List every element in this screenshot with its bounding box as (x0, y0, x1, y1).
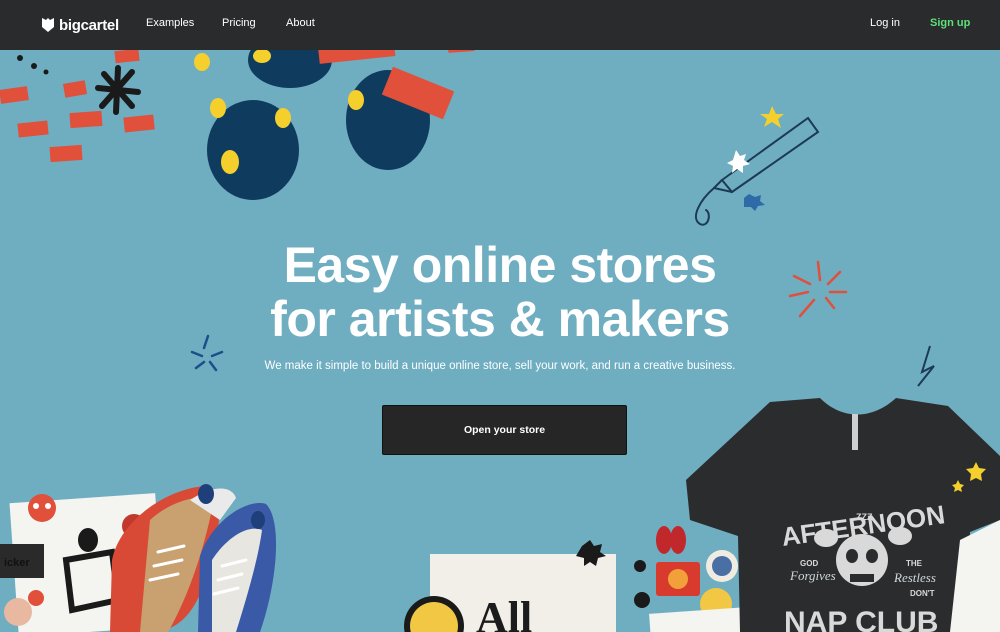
yellow-dots (194, 49, 784, 174)
tshirt-small-god: GOD (800, 559, 818, 568)
sticker-paper: icker (0, 493, 165, 632)
hero-title-line-2: for artists & makers (270, 291, 730, 347)
login-link[interactable]: Log in (870, 17, 900, 29)
dotted-doodle (17, 55, 49, 75)
red-brush-strokes (0, 39, 475, 163)
tshirt-small-forgives: Forgives (789, 568, 836, 583)
tshirt-bottom-word: NAP CLUB (784, 606, 938, 632)
nav-link-about[interactable]: About (286, 17, 315, 29)
black-splat-doodle (576, 540, 606, 566)
tshirt-top-word: AFTERNOON (780, 499, 947, 552)
nav-link-examples[interactable]: Examples (146, 17, 194, 29)
sticker-label: icker (4, 557, 30, 569)
white-paper-edge (950, 520, 1000, 632)
black-star-doodle (95, 65, 141, 115)
sneakers-product (110, 484, 277, 632)
card-word: All (476, 593, 532, 632)
hero-subtitle: We make it simple to build a unique onli… (264, 360, 736, 372)
logo-text: bigcartel (59, 16, 119, 34)
blue-splat-doodle (744, 194, 765, 211)
white-splat-doodle (727, 150, 750, 173)
tshirt-small-dont: DON'T (910, 589, 935, 598)
bigcartel-logo[interactable]: bigcartel (42, 16, 119, 34)
bigcartel-logo-icon (42, 18, 54, 32)
open-your-store-button[interactable]: Open your store (382, 405, 627, 455)
top-navigation: bigcartel Examples Pricing About Log in … (0, 0, 1000, 50)
nav-link-pricing[interactable]: Pricing (222, 17, 256, 29)
paper-scrap (649, 606, 761, 632)
pencil-doodle (695, 116, 820, 226)
tshirt-small-the: THE (906, 559, 923, 568)
signup-link[interactable]: Sign up (930, 17, 970, 29)
tshirt-product: AFTERNOON ZZZ GOD Forgives THE Restless … (686, 398, 1000, 632)
tshirt-small-restless: Restless (893, 570, 936, 585)
tshirt-zz: ZZZ (856, 512, 873, 522)
hero-title: Easy online stores for artists & makers (0, 238, 1000, 346)
hero-title-line-1: Easy online stores (283, 237, 717, 293)
pins-cluster (634, 526, 738, 620)
print-card: All (404, 554, 616, 632)
yellow-stars (952, 462, 986, 492)
